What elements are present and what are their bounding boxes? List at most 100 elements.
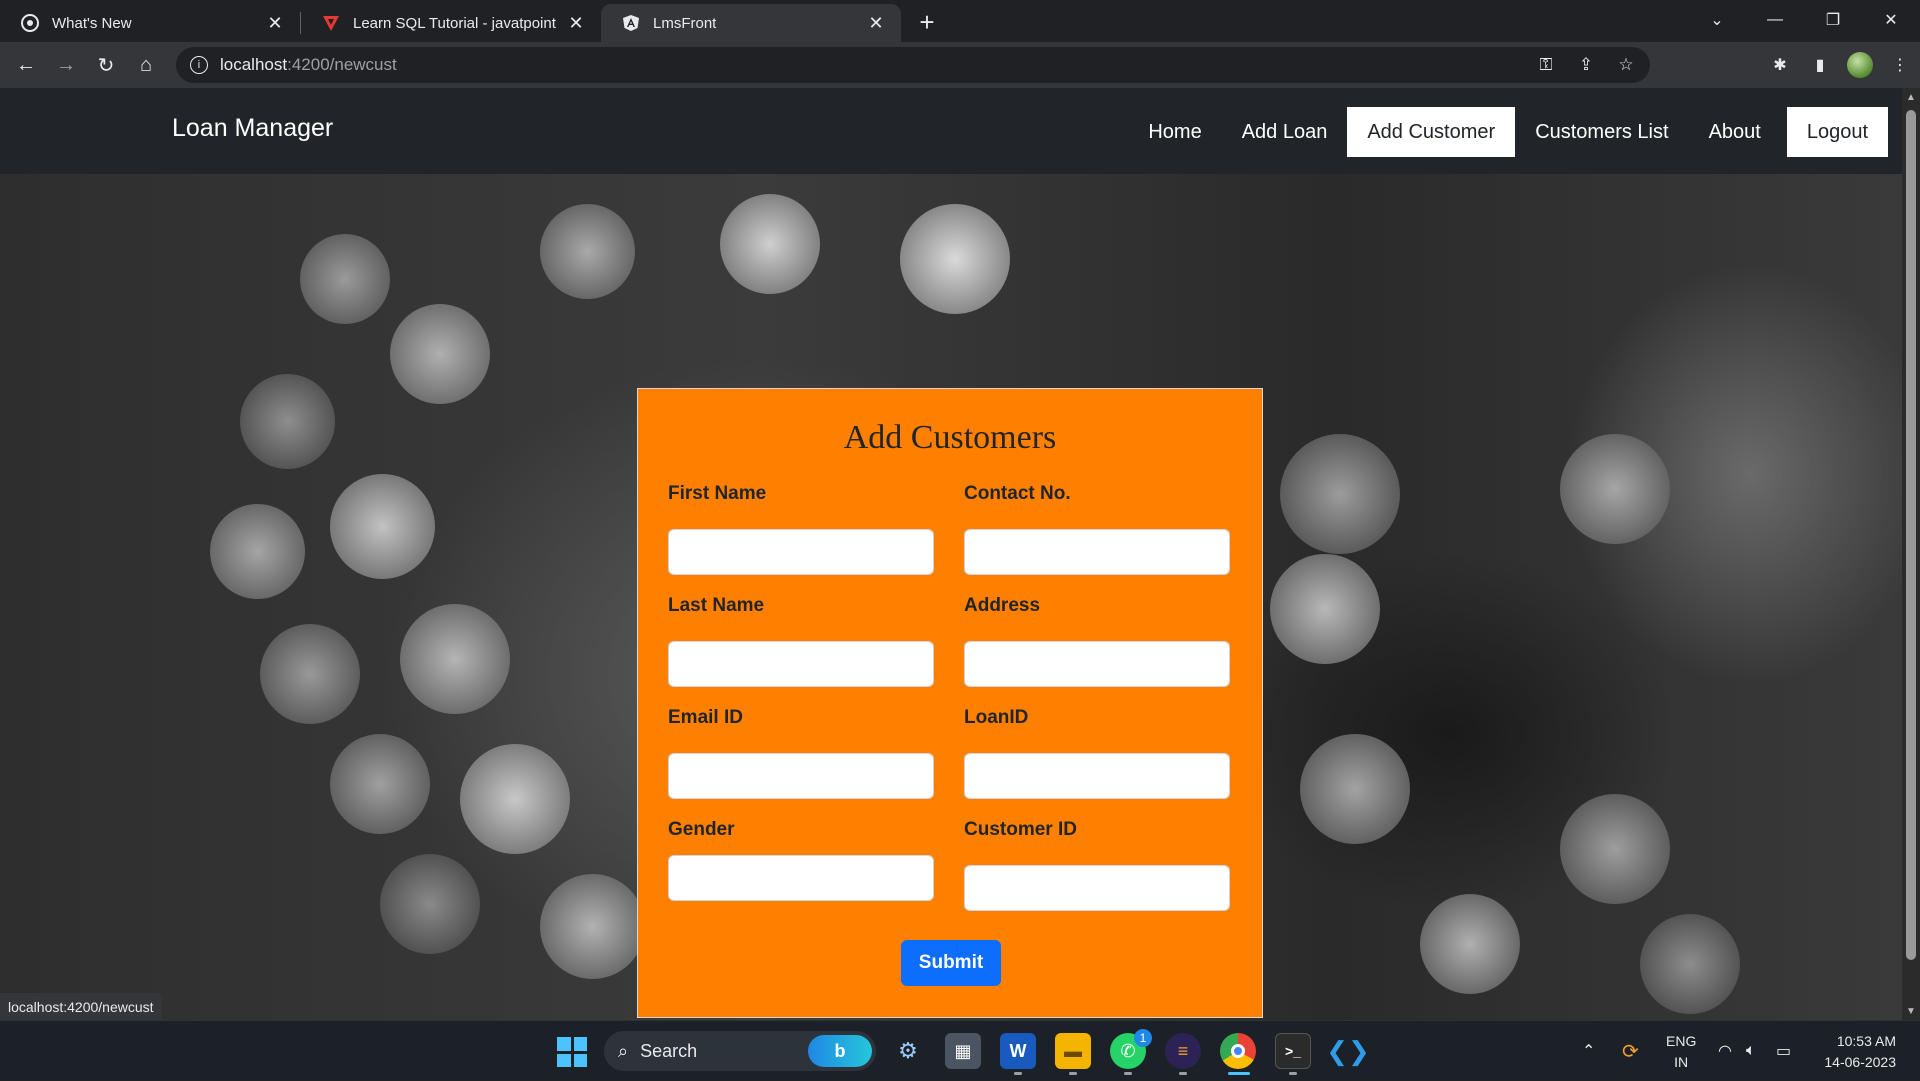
tab-lmsfront[interactable]: LmsFront ✕ (601, 4, 901, 42)
clock-date: 14-06-2023 (1824, 1054, 1896, 1070)
scrollbar-thumb[interactable] (1906, 110, 1916, 960)
windows-start-icon[interactable] (557, 1037, 587, 1067)
last-name-field[interactable] (668, 641, 934, 687)
restore-icon[interactable]: ❐ (1804, 0, 1862, 40)
windows-taskbar: ⌕ Search b ⚙ ▦ W ▬ ✆ 1 ≡ >_ ❮❯ ⌃ ⟳ ENG I… (0, 1020, 1920, 1080)
coin-decoration (390, 304, 490, 404)
coin-decoration (240, 374, 335, 469)
tab-title: What's New (52, 14, 132, 32)
tab-whats-new[interactable]: What's New ✕ (0, 4, 300, 42)
file-explorer-icon[interactable]: ▬ (1055, 1033, 1091, 1069)
gender-field[interactable] (668, 855, 934, 901)
running-indicator (1014, 1072, 1022, 1075)
back-icon[interactable]: ← (6, 45, 46, 85)
eclipse-icon[interactable]: ≡ (1165, 1033, 1201, 1069)
search-placeholder: Search (640, 1040, 698, 1061)
customer-id-label: Customer ID (964, 819, 1077, 840)
home-icon[interactable]: ⌂ (126, 45, 166, 85)
wifi-icon[interactable]: ◠ (1718, 1021, 1732, 1081)
active-indicator (1228, 1072, 1250, 1075)
key-icon[interactable]: ⚿ (1526, 55, 1566, 75)
share-icon[interactable]: ⇪ (1566, 55, 1606, 75)
word-icon[interactable]: W (1000, 1033, 1036, 1069)
running-indicator (1179, 1072, 1187, 1075)
loan-id-field[interactable] (964, 753, 1230, 799)
first-name-field[interactable] (668, 529, 934, 575)
javatpoint-icon (321, 13, 341, 33)
region-code: IN (1674, 1054, 1689, 1070)
tab-title: LmsFront (653, 14, 717, 32)
terminal-icon[interactable]: >_ (1275, 1033, 1311, 1069)
tab-search-chevron-icon[interactable]: ⌄ (1688, 0, 1746, 40)
minimize-icon[interactable]: — (1746, 0, 1804, 40)
vscode-icon[interactable]: ❮❯ (1326, 1033, 1370, 1069)
taskbar-search[interactable]: ⌕ Search b (604, 1031, 876, 1071)
url-host: localhost (220, 55, 288, 74)
close-icon[interactable]: ✕ (565, 12, 587, 34)
brand-title[interactable]: Loan Manager (172, 114, 333, 143)
show-hidden-icons-icon[interactable]: ⌃ (1582, 1021, 1595, 1081)
settings-gear-icon[interactable]: ⚙ (890, 1033, 926, 1069)
forward-icon[interactable]: → (46, 45, 86, 85)
sync-icon[interactable]: ⟳ (1622, 1021, 1639, 1081)
tab-javatpoint[interactable]: Learn SQL Tutorial - javatpoint ✕ (301, 4, 601, 42)
submit-button[interactable]: Submit (901, 940, 1001, 986)
customer-id-field[interactable] (964, 865, 1230, 911)
more-menu-icon[interactable]: ⋮ (1880, 55, 1920, 75)
coin-decoration (1280, 434, 1400, 554)
nav-add-loan[interactable]: Add Loan (1222, 107, 1348, 157)
bookmark-star-icon[interactable]: ☆ (1606, 55, 1646, 75)
system-clock[interactable]: 10:53 AM 14-06-2023 (1824, 1031, 1896, 1073)
language-indicator[interactable]: ENG IN (1666, 1031, 1696, 1073)
email-id-label: Email ID (668, 707, 743, 728)
browser-toolbar: ← → ↻ ⌂ i localhost:4200/newcust ⚿ ⇪ ☆ ✱… (0, 42, 1920, 88)
nav-home[interactable]: Home (1128, 107, 1221, 157)
coin-decoration (210, 504, 305, 599)
coin-decoration (1300, 734, 1410, 844)
nav-customers-list[interactable]: Customers List (1515, 107, 1688, 157)
tab-title: Learn SQL Tutorial - javatpoint (353, 14, 556, 32)
bing-icon[interactable]: b (808, 1035, 872, 1067)
contact-no-field[interactable] (964, 529, 1230, 575)
new-tab-icon[interactable]: + (909, 4, 945, 40)
close-icon[interactable]: ✕ (865, 12, 887, 34)
coin-decoration (1420, 894, 1520, 994)
page-viewport: Loan Manager Home Add Loan Add Customer … (0, 88, 1902, 1020)
close-icon[interactable]: ✕ (264, 12, 286, 34)
contact-no-label: Contact No. (964, 483, 1071, 504)
nav-logout[interactable]: Logout (1786, 107, 1888, 157)
coin-decoration (900, 204, 1010, 314)
email-id-field[interactable] (668, 753, 934, 799)
side-panel-icon[interactable]: ▮ (1800, 55, 1840, 75)
scroll-up-icon[interactable]: ▲ (1902, 88, 1920, 106)
address-bar[interactable]: i localhost:4200/newcust ⚿ ⇪ ☆ (176, 47, 1650, 83)
last-name-label: Last Name (668, 595, 765, 616)
search-icon: ⌕ (618, 1040, 629, 1061)
loan-id-label: LoanID (964, 707, 1029, 728)
first-name-label: First Name (668, 483, 767, 504)
coin-decoration (260, 624, 360, 724)
page-scrollbar[interactable]: ▲ ▼ (1902, 88, 1920, 1020)
angular-icon (621, 13, 641, 33)
coin-decoration (1560, 434, 1670, 544)
coin-decoration (540, 874, 645, 979)
chrome-taskbar-icon[interactable] (1220, 1033, 1256, 1069)
nav-about[interactable]: About (1689, 107, 1781, 157)
scroll-down-icon[interactable]: ▼ (1902, 1002, 1920, 1020)
volume-icon[interactable]: 🔈︎ (1746, 1021, 1756, 1081)
nav-add-customer[interactable]: Add Customer (1347, 107, 1516, 157)
calculator-icon[interactable]: ▦ (945, 1033, 981, 1069)
navbar: Loan Manager Home Add Loan Add Customer … (0, 88, 1902, 174)
profile-avatar[interactable] (1840, 52, 1880, 78)
battery-icon[interactable]: ▭ (1776, 1021, 1791, 1081)
site-info-icon[interactable]: i (190, 56, 208, 74)
chrome-icon (20, 13, 40, 33)
coin-decoration (540, 204, 635, 299)
coin-decoration (300, 234, 390, 324)
reload-icon[interactable]: ↻ (86, 45, 126, 85)
running-indicator (1069, 1072, 1077, 1075)
window-close-icon[interactable]: ✕ (1862, 0, 1920, 40)
address-field[interactable] (964, 641, 1230, 687)
address-label: Address (964, 595, 1041, 616)
extensions-icon[interactable]: ✱ (1760, 55, 1800, 75)
